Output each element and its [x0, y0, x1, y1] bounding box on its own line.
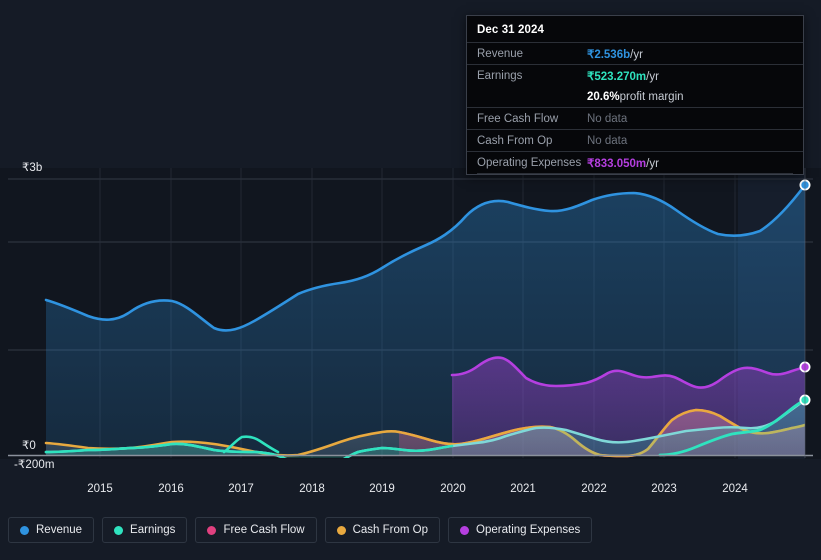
tooltip-row-earnings: Earnings ₹523.270m/yr [467, 64, 803, 86]
x-axis-tick-2016: 2016 [158, 483, 184, 495]
tooltip-label-profit-margin: profit margin [619, 90, 684, 103]
tooltip-key-operating-expenses: Operating Expenses [477, 156, 582, 169]
legend-label-free-cash-flow: Free Cash Flow [223, 524, 305, 536]
tooltip-row-revenue: Revenue ₹2.536b/yr [467, 42, 803, 64]
x-axis-tick-2020: 2020 [440, 483, 466, 495]
legend-label-cash-from-op: Cash From Op [352, 524, 429, 536]
x-axis-tick-2023: 2023 [651, 483, 677, 495]
x-axis-tick-2021: 2021 [510, 483, 536, 495]
tooltip-unit-earnings: /yr [646, 70, 659, 83]
tooltip-key-earnings: Earnings [477, 69, 523, 82]
tooltip-row-operating-expenses: Operating Expenses ₹833.050m/yr [467, 151, 803, 173]
tooltip-value-free-cash-flow: No data [587, 112, 628, 125]
legend-label-revenue: Revenue [36, 524, 83, 536]
legend-label-earnings: Earnings [130, 524, 176, 536]
x-axis-tick-2024: 2024 [722, 483, 748, 495]
tooltip-number-revenue: ₹2.536b [587, 48, 631, 61]
tooltip-unit-revenue: /yr [630, 48, 643, 61]
chart-legend: Revenue Earnings Free Cash Flow Cash Fro… [8, 517, 593, 543]
tooltip-value-cash-from-op: No data [587, 134, 628, 147]
tooltip-bottom-divider [477, 173, 793, 174]
legend-dot-earnings [114, 525, 124, 535]
x-axis-tick-2022: 2022 [581, 483, 607, 495]
legend-dot-cash-from-op [336, 525, 346, 535]
legend-item-revenue[interactable]: Revenue [8, 517, 95, 543]
tooltip-number-operating-expenses: ₹833.050m [587, 157, 647, 170]
tooltip-row-free-cash-flow: Free Cash Flow No data [467, 107, 803, 129]
x-axis-tick-2015: 2015 [87, 483, 113, 495]
legend-dot-free-cash-flow [207, 525, 217, 535]
tooltip-key-revenue: Revenue [477, 47, 524, 60]
legend-item-free-cash-flow[interactable]: Free Cash Flow [195, 517, 317, 543]
tooltip-key-free-cash-flow: Free Cash Flow [477, 112, 559, 125]
legend-dot-operating-expenses [460, 525, 470, 535]
tooltip-row-profit-margin: 20.6%profit margin [467, 86, 803, 107]
x-axis-tick-2019: 2019 [369, 483, 395, 495]
legend-dot-revenue [20, 525, 29, 535]
tooltip-value-operating-expenses: ₹833.050m/yr [587, 156, 659, 170]
x-axis: 2015 2016 2017 2018 2019 2020 2021 2022 … [0, 483, 821, 505]
tooltip-date: Dec 31 2024 [477, 24, 544, 36]
tooltip-number-earnings: ₹523.270m [587, 70, 647, 83]
x-axis-tick-2017: 2017 [228, 483, 254, 495]
legend-label-operating-expenses: Operating Expenses [476, 524, 581, 536]
tooltip-number-profit-margin: 20.6% [587, 90, 620, 103]
y-axis-label-negative: -₹200m [14, 459, 55, 471]
y-axis-label-top: ₹3b [22, 162, 43, 174]
tooltip-value-revenue: ₹2.536b/yr [587, 47, 643, 61]
legend-item-earnings[interactable]: Earnings [102, 517, 188, 543]
tooltip-value-earnings: ₹523.270m/yr [587, 69, 659, 83]
tooltip-panel: Dec 31 2024 Revenue ₹2.536b/yr Earnings … [466, 15, 804, 175]
y-axis-label-zero: ₹0 [22, 440, 36, 452]
legend-item-operating-expenses[interactable]: Operating Expenses [448, 517, 593, 543]
legend-item-cash-from-op[interactable]: Cash From Op [324, 517, 441, 543]
tooltip-key-cash-from-op: Cash From Op [477, 134, 553, 147]
x-axis-tick-2018: 2018 [299, 483, 325, 495]
tooltip-row-cash-from-op: Cash From Op No data [467, 129, 803, 151]
tooltip-unit-operating-expenses: /yr [646, 157, 659, 170]
financial-chart: ₹3b ₹0 -₹200m 2015 2016 2017 2018 2019 2… [0, 0, 821, 560]
tooltip-value-profit-margin: 20.6%profit margin [587, 91, 684, 103]
